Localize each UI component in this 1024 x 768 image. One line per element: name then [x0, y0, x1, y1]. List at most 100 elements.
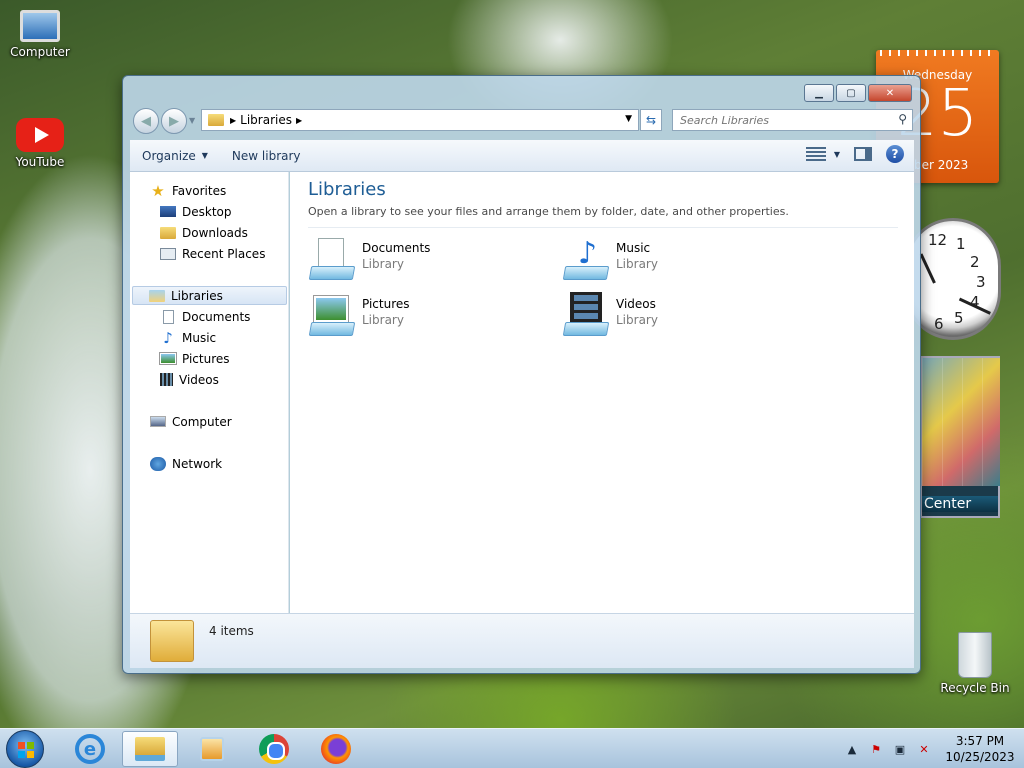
library-videos[interactable]: Videos Library	[562, 290, 812, 338]
nav-pictures[interactable]: Pictures	[159, 349, 230, 368]
taskbar-firefox[interactable]	[308, 731, 364, 767]
nav-label: Desktop	[182, 204, 232, 219]
breadcrumb-libraries[interactable]: Libraries	[240, 113, 292, 127]
refresh-icon: ⇆	[645, 113, 657, 127]
breadcrumb-separator-icon[interactable]: ▶	[296, 116, 302, 125]
organize-label: Organize	[142, 148, 196, 163]
forward-button[interactable]: ▶	[161, 108, 187, 134]
taskbar-windows-media-player[interactable]	[184, 731, 240, 767]
media-player-icon	[200, 737, 224, 761]
nav-desktop[interactable]: Desktop	[160, 202, 232, 221]
taskbar-windows-explorer[interactable]	[122, 731, 178, 767]
preview-pane-icon[interactable]	[854, 147, 872, 161]
taskbar: e ▲ ⚑ ▣ ✕ 3:57 PM 10/25/2023	[0, 728, 1024, 768]
nav-music[interactable]: ♪ Music	[160, 328, 216, 347]
nav-label: Documents	[182, 309, 251, 324]
address-dropdown-icon[interactable]: ▼	[625, 114, 632, 124]
refresh-button[interactable]: ⇆	[640, 109, 662, 131]
taskbar-google-chrome[interactable]	[246, 731, 302, 767]
close-icon: ✕	[885, 87, 895, 99]
libraries-icon	[149, 289, 165, 302]
item-count: 4 items	[209, 624, 254, 638]
nav-label: Favorites	[172, 183, 227, 198]
clock-time: 3:57 PM	[955, 734, 1005, 748]
clock-numeral: 5	[954, 309, 964, 327]
youtube-icon	[16, 118, 64, 152]
back-button[interactable]: ◀	[133, 108, 159, 134]
library-shelf-icon	[308, 322, 356, 336]
address-bar-row: ◀ ▶ ▼ ▶ Libraries ▶ ▼ ⇆ ⚲	[131, 108, 913, 134]
desktop-icon-computer[interactable]: Computer	[0, 10, 80, 59]
videos-library-icon	[562, 292, 610, 336]
library-music[interactable]: ♪ Music Library	[562, 234, 812, 282]
nav-videos[interactable]: Videos	[160, 370, 219, 389]
new-library-label: New library	[231, 148, 301, 163]
nav-label: Videos	[179, 372, 219, 387]
nav-recent-places[interactable]: Recent Places	[160, 244, 265, 263]
navigation-pane: ★ Favorites Desktop Downloads Recent Plac…	[130, 172, 289, 613]
taskbar-internet-explorer[interactable]: e	[62, 731, 118, 767]
library-documents[interactable]: Documents Library	[308, 234, 558, 282]
desktop-icon-youtube[interactable]: YouTube	[0, 118, 80, 169]
nav-downloads[interactable]: Downloads	[160, 223, 248, 242]
nav-favorites[interactable]: ★ Favorites	[150, 181, 226, 200]
pictures-library-icon	[308, 294, 356, 336]
internet-explorer-icon: e	[75, 734, 105, 764]
recent-places-icon	[160, 247, 176, 260]
volume-muted-icon[interactable]: ✕	[916, 741, 932, 757]
change-view-button[interactable]: ▼	[805, 147, 840, 161]
nav-label: Downloads	[182, 225, 248, 240]
library-name: Pictures	[362, 297, 410, 311]
address-bar[interactable]: ▶ Libraries ▶ ▼	[201, 109, 639, 131]
calendar-rings	[880, 50, 995, 56]
nav-label: Music	[182, 330, 217, 345]
clock-numeral: 2	[970, 253, 980, 271]
nav-computer[interactable]: Computer	[150, 412, 232, 431]
action-center-flag-icon[interactable]: ⚑	[868, 741, 884, 757]
search-input[interactable]	[673, 110, 883, 130]
nav-label: Libraries	[171, 288, 223, 303]
maximize-button[interactable]: ▢	[836, 84, 866, 102]
network-status-icon[interactable]: ▣	[892, 741, 908, 757]
desktop-icon-recycle-bin[interactable]: Recycle Bin	[935, 632, 1015, 695]
chevron-down-icon: ▼	[201, 151, 208, 160]
library-pictures[interactable]: Pictures Library	[308, 290, 558, 338]
new-library-button[interactable]: New library	[220, 144, 313, 168]
nav-label: Computer	[172, 414, 232, 429]
photo-icon	[313, 295, 349, 323]
document-page-icon	[318, 238, 344, 268]
media-center-gadget[interactable]: Center	[920, 356, 1000, 518]
forward-arrow-icon: ▶	[169, 113, 179, 129]
computer-icon	[20, 10, 60, 42]
library-type: Library	[362, 257, 404, 271]
page-subtitle: Open a library to see your files and arr…	[308, 205, 789, 218]
organize-button[interactable]: Organize ▼	[130, 144, 220, 168]
library-shelf-icon	[308, 266, 356, 280]
breadcrumb-separator-icon[interactable]: ▶	[230, 116, 236, 125]
search-box[interactable]: ⚲	[672, 109, 913, 131]
content-divider	[308, 227, 898, 228]
start-button[interactable]	[6, 730, 44, 768]
documents-icon	[160, 309, 176, 324]
maximize-icon: ▢	[846, 87, 856, 99]
documents-library-icon	[308, 238, 356, 280]
taskbar-clock[interactable]: 3:57 PM 10/25/2023	[936, 733, 1024, 765]
chrome-icon	[259, 734, 289, 764]
nav-documents[interactable]: Documents	[160, 307, 250, 326]
nav-libraries[interactable]: Libraries	[132, 286, 287, 305]
close-button[interactable]: ✕	[868, 84, 912, 102]
recent-pages-dropdown[interactable]: ▼	[189, 116, 195, 125]
minimize-icon: ▁	[815, 87, 823, 99]
music-note-icon: ♪	[163, 328, 173, 347]
media-center-label: Center	[922, 496, 998, 512]
search-icon[interactable]: ⚲	[898, 112, 907, 126]
minimize-button[interactable]: ▁	[804, 84, 834, 102]
explorer-window[interactable]: ▁ ▢ ✕ ◀ ▶ ▼ ▶ Libraries ▶ ▼ ⇆ ⚲ Organize…	[122, 75, 921, 674]
desktop-icon-label: YouTube	[15, 155, 65, 169]
nav-network[interactable]: Network	[150, 454, 222, 473]
music-library-icon: ♪	[562, 236, 610, 280]
help-icon[interactable]: ?	[886, 145, 904, 163]
clock-hour-hand	[919, 253, 936, 284]
show-hidden-icons-button[interactable]: ▲	[844, 741, 860, 757]
chevron-down-icon: ▼	[833, 149, 840, 159]
